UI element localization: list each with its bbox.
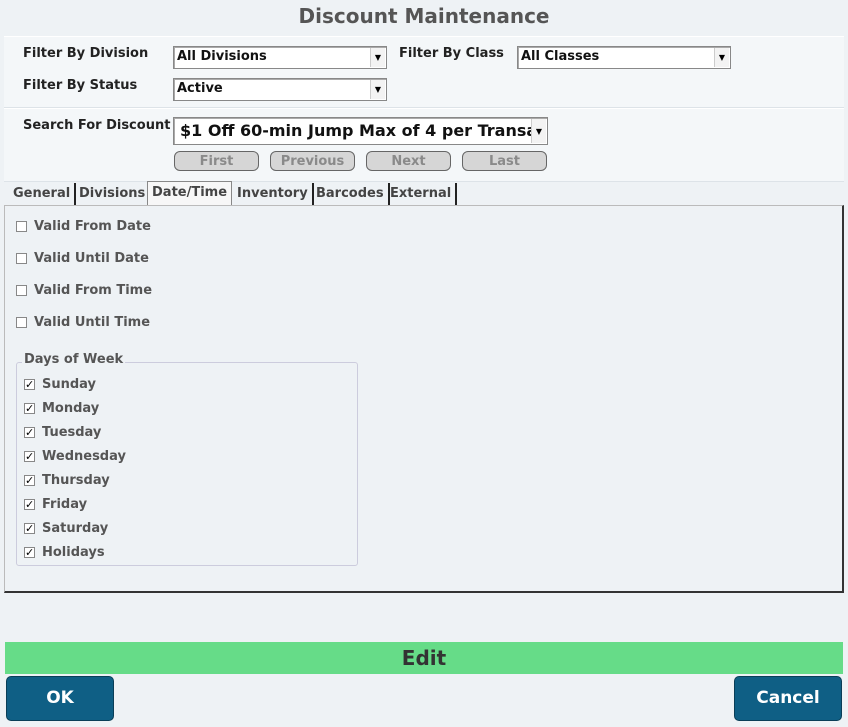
chevron-down-icon[interactable]: ▼ (370, 80, 385, 99)
ok-button[interactable]: OK (6, 676, 114, 721)
cancel-button[interactable]: Cancel (734, 676, 842, 721)
saturday-checkbox[interactable]: ✓ (24, 523, 35, 534)
first-button[interactable]: First (174, 151, 259, 171)
sunday-checkbox[interactable]: ✓ (24, 379, 35, 390)
status-filter-label: Filter By Status (23, 78, 138, 93)
valid-from-date-checkbox[interactable] (16, 221, 27, 232)
class-filter-label: Filter By Class (399, 46, 504, 61)
wednesday-checkbox[interactable]: ✓ (24, 451, 35, 462)
valid-until-date-label: Valid Until Date (34, 251, 149, 266)
status-filter-value: Active (177, 81, 223, 96)
checkmark-icon: ✓ (25, 426, 35, 439)
friday-label: Friday (42, 497, 88, 512)
monday-checkbox[interactable]: ✓ (24, 403, 35, 414)
days-of-week-legend: Days of Week (22, 352, 126, 367)
thursday-checkbox[interactable]: ✓ (24, 475, 35, 486)
search-label: Search For Discount (23, 118, 171, 133)
previous-button[interactable]: Previous (270, 151, 355, 171)
tab-external[interactable]: External (386, 183, 458, 205)
tab-inventory[interactable]: Inventory (233, 183, 314, 205)
checkmark-icon: ✓ (25, 522, 35, 535)
discount-search-select[interactable]: $1 Off 60-min Jump Max of 4 per Transac … (173, 117, 548, 145)
sunday-label: Sunday (42, 377, 97, 392)
tab-divisions[interactable]: Divisions (75, 183, 152, 205)
valid-from-time-label: Valid From Time (34, 283, 153, 298)
discount-search-value: $1 Off 60-min Jump Max of 4 per Transac (180, 121, 547, 140)
mode-status-bar: Edit (5, 642, 843, 674)
holidays-label: Holidays (42, 545, 105, 560)
tab-date-time[interactable]: Date/Time (147, 181, 233, 205)
checkmark-icon: ✓ (25, 402, 35, 415)
holidays-checkbox[interactable]: ✓ (24, 547, 35, 558)
checkmark-icon: ✓ (25, 378, 35, 391)
friday-checkbox[interactable]: ✓ (24, 499, 35, 510)
tab-barcodes[interactable]: Barcodes (312, 183, 390, 205)
checkmark-icon: ✓ (25, 474, 35, 487)
class-filter-value: All Classes (521, 49, 600, 64)
checkmark-icon: ✓ (25, 450, 35, 463)
division-filter-value: All Divisions (177, 49, 267, 64)
last-button[interactable]: Last (462, 151, 547, 171)
chevron-down-icon[interactable]: ▼ (714, 48, 729, 67)
tab-general[interactable]: General (9, 183, 77, 205)
status-filter-select[interactable]: Active ▼ (173, 78, 387, 101)
tuesday-label: Tuesday (42, 425, 102, 440)
valid-from-time-checkbox[interactable] (16, 285, 27, 296)
division-filter-select[interactable]: All Divisions ▼ (173, 46, 387, 69)
wednesday-label: Wednesday (42, 449, 126, 464)
next-button[interactable]: Next (366, 151, 451, 171)
class-filter-select[interactable]: All Classes ▼ (517, 46, 731, 69)
checkmark-icon: ✓ (25, 546, 35, 559)
valid-until-time-checkbox[interactable] (16, 317, 27, 328)
chevron-down-icon[interactable]: ▼ (531, 119, 546, 143)
division-filter-label: Filter By Division (23, 46, 149, 61)
saturday-label: Saturday (42, 521, 109, 536)
tuesday-checkbox[interactable]: ✓ (24, 427, 35, 438)
valid-until-time-label: Valid Until Time (34, 315, 151, 330)
page-title: Discount Maintenance (298, 4, 550, 28)
thursday-label: Thursday (42, 473, 110, 488)
checkmark-icon: ✓ (25, 498, 35, 511)
chevron-down-icon[interactable]: ▼ (370, 48, 385, 67)
valid-from-date-label: Valid From Date (34, 219, 151, 234)
valid-until-date-checkbox[interactable] (16, 253, 27, 264)
monday-label: Monday (42, 401, 100, 416)
